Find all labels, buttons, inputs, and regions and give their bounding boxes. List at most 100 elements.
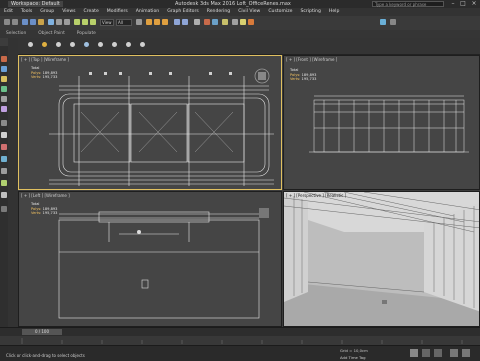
display-icon[interactable] — [1, 96, 7, 102]
perspective-scene — [284, 192, 479, 326]
menu-create[interactable]: Create — [80, 8, 103, 16]
align-icon[interactable] — [182, 19, 188, 25]
warp-icon[interactable] — [112, 42, 117, 47]
search-input[interactable]: Type a keyword or phrase — [372, 1, 444, 7]
main-toolbar: View All — [0, 16, 480, 31]
move-icon[interactable] — [74, 19, 80, 25]
helper-icon[interactable] — [98, 42, 103, 47]
ribbon-tabs: Selection Object Paint Populate — [0, 30, 480, 38]
orbit-icon[interactable] — [462, 349, 470, 357]
group-icon[interactable] — [126, 42, 131, 47]
menu-scripting[interactable]: Scripting — [296, 8, 324, 16]
menu-customize[interactable]: Customize — [264, 8, 296, 16]
minimize-icon[interactable]: – — [448, 0, 458, 8]
render-icon[interactable] — [248, 19, 254, 25]
left-wireframe — [58, 208, 269, 319]
menu-edit[interactable]: Edit — [0, 8, 17, 16]
menu-group[interactable]: Group — [36, 8, 58, 16]
camera-icon[interactable] — [84, 42, 89, 47]
selection-filter-select[interactable]: All — [116, 19, 132, 26]
menu-views[interactable]: Views — [58, 8, 79, 16]
scale-icon[interactable] — [90, 19, 96, 25]
scene-explorer-icon[interactable] — [1, 120, 7, 126]
next-frame-icon[interactable] — [434, 349, 442, 357]
select-icon[interactable] — [28, 42, 33, 47]
material-editor-icon[interactable] — [222, 19, 228, 25]
pivot-icon[interactable] — [136, 19, 142, 25]
viewport-front[interactable]: [ + ] [Front ] [Wireframe ] Total Polys:… — [283, 55, 480, 190]
grid-size: Grid = 10,0cm — [340, 348, 368, 353]
viewport-toolbar-strip — [18, 38, 480, 55]
status-bar: Click or click-and-drag to select object… — [0, 345, 480, 361]
menu-graph-editors[interactable]: Graph Editors — [163, 8, 203, 16]
left-toolbar — [0, 46, 8, 346]
modify-icon[interactable] — [1, 66, 7, 72]
mirror-icon[interactable] — [174, 19, 180, 25]
select-icon[interactable] — [48, 19, 54, 25]
curve-editor-icon[interactable] — [204, 19, 210, 25]
select-by-name-icon[interactable] — [56, 19, 62, 25]
menu-bar: Edit Tools Group Views Create Modifiers … — [0, 8, 480, 16]
shape-icon[interactable] — [70, 42, 75, 47]
menu-rendering[interactable]: Rendering — [203, 8, 234, 16]
viewport-side-strip — [8, 38, 18, 328]
window-title: Autodesk 3ds Max 2016 Loft_OfficeRenes.m… — [175, 1, 291, 7]
viewport-left[interactable]: [ + ] [Left ] [Wireframe ] Total Polys: … — [18, 191, 282, 327]
render-setup-icon[interactable] — [232, 19, 238, 25]
viewport-top[interactable]: [ + ] [Top ] [Wireframe ] Total Polys: 1… — [18, 55, 282, 190]
menu-tools[interactable]: Tools — [17, 8, 36, 16]
snap-icon[interactable] — [146, 19, 152, 25]
ribbon-tab-selection[interactable]: Selection — [0, 30, 32, 38]
schematic-icon[interactable] — [212, 19, 218, 25]
region-select-icon[interactable] — [64, 19, 70, 25]
menu-animation[interactable]: Animation — [132, 8, 163, 16]
help-icon[interactable] — [380, 19, 386, 25]
viewport-perspective-label[interactable]: [ + ] [Perspective ] [Realistic ] — [286, 193, 346, 198]
workspace-selector[interactable]: Workspace: Default — [8, 1, 63, 7]
maximize-icon[interactable]: □ — [458, 0, 468, 8]
add-time-tag-button[interactable]: Add Time Tag — [340, 355, 365, 360]
track-bar[interactable] — [0, 336, 480, 345]
top-wireframe — [49, 68, 274, 186]
account-icon[interactable] — [390, 19, 396, 25]
bone-icon[interactable] — [140, 42, 145, 47]
hierarchy-icon[interactable] — [1, 76, 7, 82]
time-slider[interactable]: 0 / 100 — [22, 329, 62, 335]
viewport-perspective[interactable]: [ + ] [Perspective ] [Realistic ] — [283, 191, 480, 327]
reference-coord-select[interactable]: View — [100, 19, 114, 26]
helper-icon[interactable] — [1, 168, 7, 174]
close-icon[interactable]: × — [469, 0, 479, 8]
prompt-line: Click or click-and-drag to select object… — [6, 353, 85, 358]
key-icon[interactable] — [410, 349, 418, 357]
menu-modifiers[interactable]: Modifiers — [103, 8, 132, 16]
utilities-icon[interactable] — [1, 106, 7, 112]
camera-icon[interactable] — [1, 156, 7, 162]
front-wireframe — [309, 95, 469, 153]
link-icon[interactable] — [22, 19, 28, 25]
track-ticks — [21, 338, 463, 344]
ribbon-tab-populate[interactable]: Populate — [71, 30, 102, 38]
sun-icon[interactable] — [42, 42, 47, 47]
layer-explorer-icon[interactable] — [1, 206, 7, 212]
zoom-icon[interactable] — [450, 349, 458, 357]
unlink-icon[interactable] — [30, 19, 36, 25]
redo-icon[interactable] — [12, 19, 18, 25]
light-icon[interactable] — [1, 144, 7, 150]
undo-icon[interactable] — [4, 19, 10, 25]
object-icon[interactable] — [56, 42, 61, 47]
motion-icon[interactable] — [1, 86, 7, 92]
render-frame-icon[interactable] — [240, 19, 246, 25]
systems-icon[interactable] — [1, 192, 7, 198]
play-icon[interactable] — [422, 349, 430, 357]
menu-help[interactable]: Help — [325, 8, 343, 16]
filter-icon[interactable] — [1, 132, 7, 138]
percent-snap-icon[interactable] — [162, 19, 168, 25]
bind-icon[interactable] — [38, 19, 44, 25]
space-warp-icon[interactable] — [1, 180, 7, 186]
create-icon[interactable] — [1, 56, 7, 62]
ribbon-tab-object-paint[interactable]: Object Paint — [32, 30, 71, 38]
angle-snap-icon[interactable] — [154, 19, 160, 25]
layer-icon[interactable] — [194, 19, 200, 25]
menu-civil-view[interactable]: Civil View — [234, 8, 264, 16]
rotate-icon[interactable] — [82, 19, 88, 25]
